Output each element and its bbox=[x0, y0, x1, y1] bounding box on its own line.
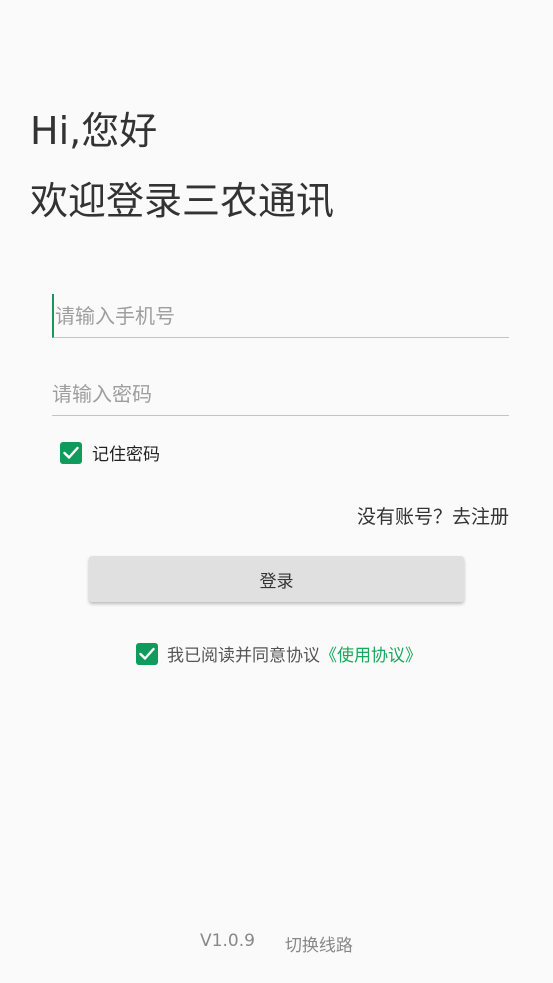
check-icon bbox=[139, 647, 155, 660]
agreement-row: 我已阅读并同意协议《使用协议》 bbox=[136, 641, 422, 666]
agreement-checkbox[interactable] bbox=[136, 642, 158, 665]
agreement-text: 我已阅读并同意协议 bbox=[167, 646, 320, 666]
login-button[interactable]: 登录 bbox=[89, 556, 464, 602]
footer: V1.0.9 切换线路 bbox=[0, 931, 553, 956]
register-link[interactable]: 没有账号？去注册 bbox=[357, 502, 509, 529]
remember-password-label: 记住密码 bbox=[92, 445, 160, 465]
switch-line-button[interactable]: 切换线路 bbox=[285, 931, 353, 956]
check-icon bbox=[63, 446, 79, 459]
welcome-title: 欢迎登录三农通讯 bbox=[30, 179, 335, 223]
remember-password-row[interactable]: 记住密码 bbox=[60, 440, 160, 465]
version-label: V1.0.9 bbox=[200, 931, 255, 951]
phone-input[interactable] bbox=[52, 294, 509, 338]
remember-password-checkbox[interactable] bbox=[60, 441, 82, 464]
password-input[interactable] bbox=[52, 372, 509, 416]
greeting-title: Hi,您好 bbox=[30, 109, 158, 153]
usage-agreement-link[interactable]: 《使用协议》 bbox=[320, 646, 422, 666]
